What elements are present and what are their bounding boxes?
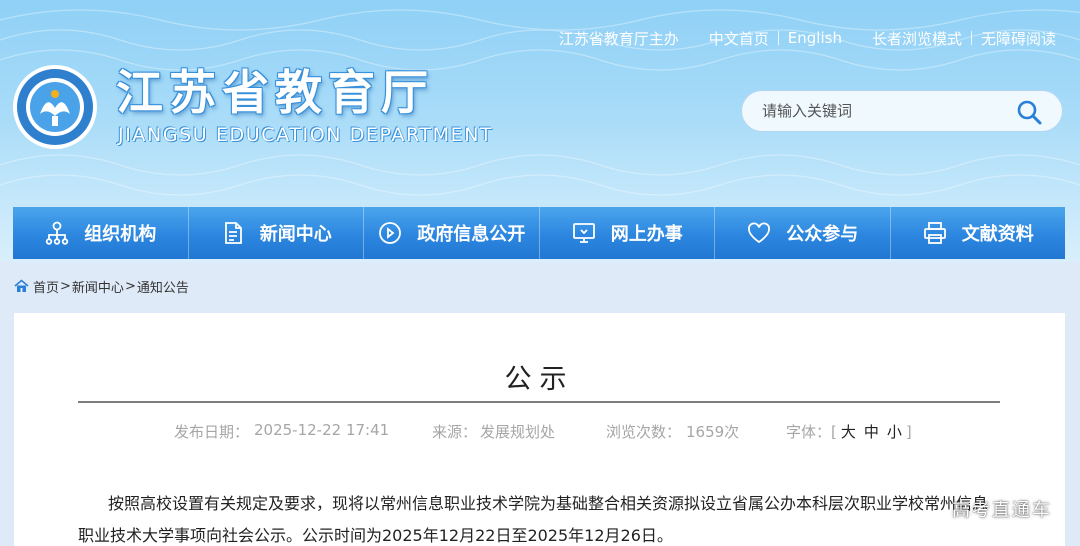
breadcrumb-separator: > [60, 278, 71, 294]
watermark-text: 高考直通车 [952, 500, 1052, 521]
publish-date-label: 发布日期： [174, 423, 250, 441]
printer-icon [923, 222, 946, 244]
nav-item-public-participation[interactable]: 公众参与 [715, 207, 891, 259]
nav-label: 政府信息公开 [417, 224, 526, 245]
view-count: 1659次 [686, 423, 740, 441]
nav-label: 网上办事 [610, 224, 683, 245]
nav-label: 文献资料 [961, 224, 1034, 245]
nav-item-online-service[interactable]: 网上办事 [540, 207, 715, 259]
source-value: 发展规划处 [480, 423, 556, 441]
font-medium-button[interactable]: 中 [864, 423, 879, 441]
breadcrumb-separator: > [124, 278, 136, 294]
english-link[interactable]: English [788, 29, 842, 47]
nav-item-news[interactable]: 新闻中心 [189, 207, 364, 259]
breadcrumb-news-link[interactable]: 新闻中心 [72, 277, 124, 296]
nav-label: 组织机构 [84, 224, 157, 245]
publish-date: 2025-12-22 17:41 [254, 421, 390, 439]
font-large-button[interactable]: 大 [841, 423, 856, 441]
org-chart-icon [46, 221, 69, 245]
nav-label: 公众参与 [786, 224, 859, 245]
top-link-divider [777, 31, 779, 45]
site-subtitle: JIANGSU EDUCATION DEPARTMENT [118, 124, 494, 146]
heart-icon [748, 222, 771, 244]
source-label: 来源： [432, 423, 478, 441]
nav-item-documents[interactable]: 文献资料 [891, 207, 1066, 259]
font-bracket: [ [831, 423, 837, 441]
host-label: 江苏省教育厅主办 [558, 29, 679, 48]
breadcrumb: 首页 > 新闻中心 > 通知公告 [14, 277, 189, 296]
article-meta: 发布日期： 2025-12-22 17:41 来源： 发展规划处 浏览次数： 1… [14, 421, 1065, 443]
site-title: 江苏省教育厅 [116, 66, 434, 121]
font-bracket: ] [905, 423, 912, 441]
elder-mode-link[interactable]: 长者浏览模式 [872, 28, 962, 49]
accessible-reading-link[interactable]: 无障碍阅读 [981, 28, 1056, 49]
search-icon[interactable] [1016, 99, 1042, 125]
main-nav: 组织机构 新闻中心 政府信息公开 网上办事 公众参与 文献资料 [13, 207, 1065, 259]
article-panel: 公示 发布日期： 2025-12-22 17:41 来源： 发展规划处 浏览次数… [14, 313, 1065, 546]
view-count-label: 浏览次数： [606, 423, 682, 441]
title-divider [78, 401, 1000, 403]
search-box [741, 90, 1063, 132]
font-small-button[interactable]: 小 [887, 423, 902, 441]
breadcrumb-notice-link[interactable]: 通知公告 [137, 277, 189, 296]
article-title: 公示 [504, 364, 575, 395]
breadcrumb-home-link[interactable]: 首页 [33, 277, 59, 296]
top-link-divider [970, 31, 972, 45]
font-size-control: 字体：[大中小] [786, 421, 912, 442]
monitor-icon [572, 223, 595, 243]
nav-item-gov-info[interactable]: 政府信息公开 [364, 207, 540, 259]
font-size-label: 字体： [786, 423, 832, 441]
department-emblem-icon[interactable] [12, 64, 98, 150]
nav-item-organization[interactable]: 组织机构 [13, 207, 189, 259]
search-input[interactable] [762, 102, 1012, 120]
top-links: 江苏省教育厅主办 中文首页 English 长者浏览模式 无障碍阅读 [559, 28, 1056, 48]
play-circle-icon [379, 222, 402, 244]
article-body: 按照高校设置有关规定及要求，现将以常州信息职业技术学院为基础整合相关资源拟设立省… [78, 494, 989, 545]
document-icon [224, 222, 242, 244]
home-icon [14, 279, 29, 292]
home-cn-link[interactable]: 中文首页 [709, 28, 769, 49]
nav-label: 新闻中心 [259, 224, 332, 245]
